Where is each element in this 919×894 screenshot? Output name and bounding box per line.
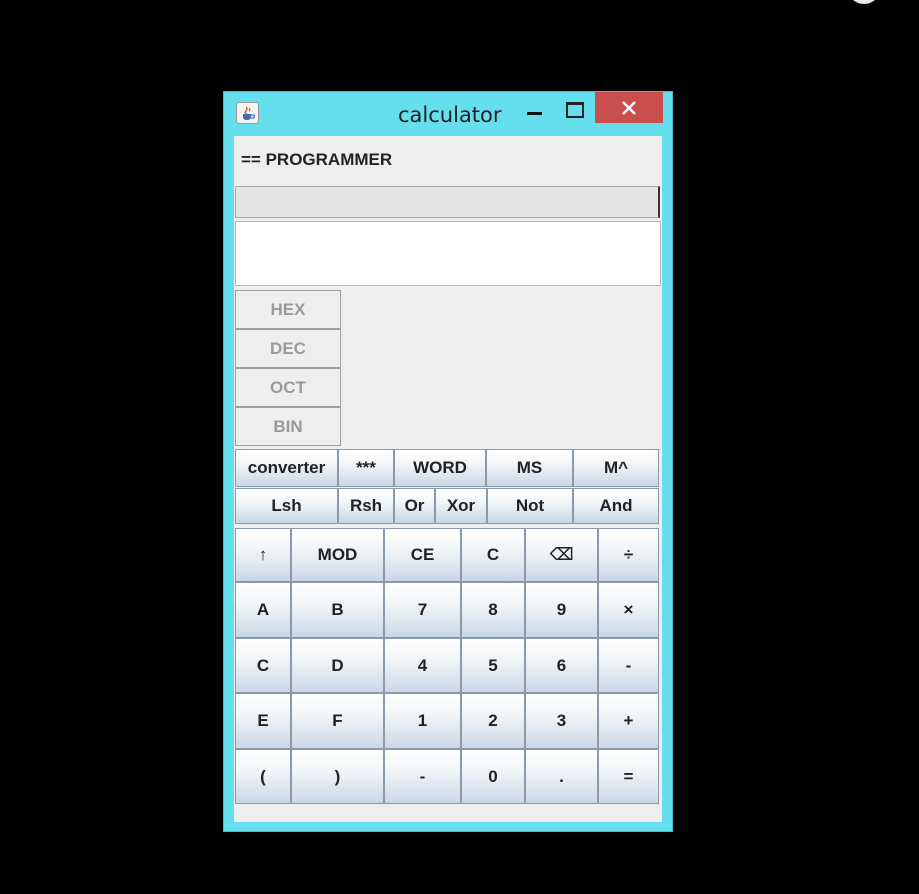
calculator-window: calculator == PROGRAMMER HEX DEC OCT BIN… [223, 91, 673, 832]
stars-button[interactable]: *** [338, 449, 394, 487]
digit-2-button[interactable]: 2 [461, 693, 525, 749]
base-bin-button[interactable]: BIN [235, 407, 341, 446]
window-title: calculator [398, 103, 502, 127]
shift-up-button[interactable]: ↑ [235, 528, 291, 582]
close-icon[interactable] [595, 92, 663, 123]
digit-4-button[interactable]: 4 [384, 638, 461, 693]
clear-button[interactable]: C [461, 528, 525, 582]
not-button[interactable]: Not [487, 488, 573, 524]
expression-field[interactable] [235, 186, 660, 218]
mode-label[interactable]: == PROGRAMMER [241, 150, 392, 170]
base-hex-button[interactable]: HEX [235, 290, 341, 329]
equals-button[interactable]: = [598, 749, 659, 804]
word-button[interactable]: WORD [394, 449, 486, 487]
digit-7-button[interactable]: 7 [384, 582, 461, 638]
base-dec-button[interactable]: DEC [235, 329, 341, 368]
clear-entry-button[interactable]: CE [384, 528, 461, 582]
decimal-point-button[interactable]: . [525, 749, 598, 804]
digit-6-button[interactable]: 6 [525, 638, 598, 693]
hex-f-button[interactable]: F [291, 693, 384, 749]
m-recall-button[interactable]: M^ [573, 449, 659, 487]
corner-overlay [847, 0, 881, 4]
subtract-button[interactable]: - [598, 638, 659, 693]
hex-d-button[interactable]: D [291, 638, 384, 693]
hex-b-button[interactable]: B [291, 582, 384, 638]
digit-5-button[interactable]: 5 [461, 638, 525, 693]
xor-button[interactable]: Xor [435, 488, 487, 524]
and-button[interactable]: And [573, 488, 659, 524]
digit-1-button[interactable]: 1 [384, 693, 461, 749]
multiply-button[interactable]: × [598, 582, 659, 638]
maximize-icon[interactable] [562, 100, 586, 122]
negate-button[interactable]: - [384, 749, 461, 804]
digit-3-button[interactable]: 3 [525, 693, 598, 749]
digit-8-button[interactable]: 8 [461, 582, 525, 638]
close-paren-button[interactable]: ) [291, 749, 384, 804]
backspace-button[interactable]: ⌫ [525, 528, 598, 582]
divide-button[interactable]: ÷ [598, 528, 659, 582]
java-coffee-icon[interactable] [236, 102, 259, 124]
result-display[interactable] [235, 221, 661, 286]
status-bar [234, 804, 662, 822]
ms-button[interactable]: MS [486, 449, 573, 487]
converter-button[interactable]: converter [235, 449, 338, 487]
or-button[interactable]: Or [394, 488, 435, 524]
digit-9-button[interactable]: 9 [525, 582, 598, 638]
hex-a-button[interactable]: A [235, 582, 291, 638]
hex-e-button[interactable]: E [235, 693, 291, 749]
open-paren-button[interactable]: ( [235, 749, 291, 804]
hex-c-button[interactable]: C [235, 638, 291, 693]
minimize-icon[interactable] [521, 102, 549, 124]
lsh-button[interactable]: Lsh [235, 488, 338, 524]
rsh-button[interactable]: Rsh [338, 488, 394, 524]
calculator-body: == PROGRAMMER HEX DEC OCT BIN converter … [234, 136, 662, 822]
add-button[interactable]: + [598, 693, 659, 749]
mod-button[interactable]: MOD [291, 528, 384, 582]
base-oct-button[interactable]: OCT [235, 368, 341, 407]
digit-0-button[interactable]: 0 [461, 749, 525, 804]
